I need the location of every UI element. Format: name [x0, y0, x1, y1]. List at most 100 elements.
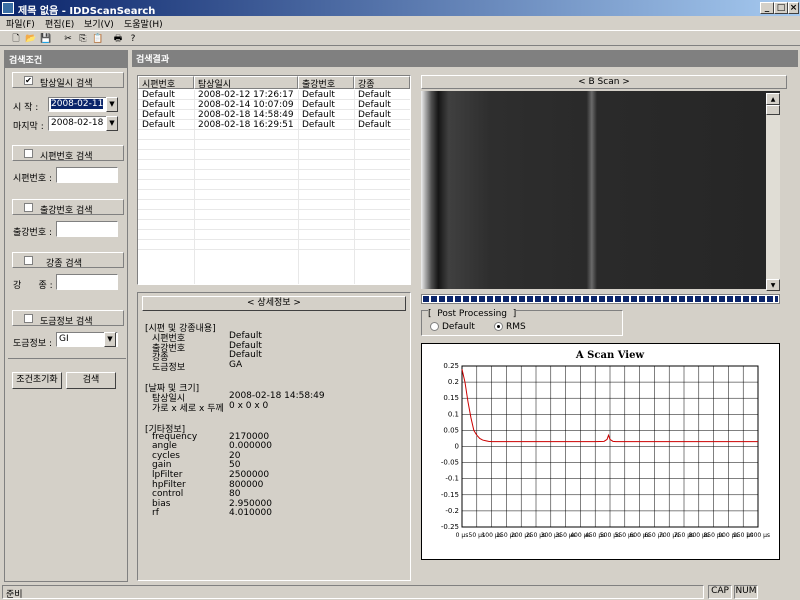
- status-text-area: 준비: [2, 585, 704, 600]
- plating-search-label: 도금정보 검색: [40, 317, 93, 327]
- y-tick-label: -0.15: [441, 491, 459, 499]
- table-cell[interactable]: 2008-02-12 17:26:17: [198, 90, 294, 100]
- table-gridline: [354, 90, 355, 284]
- menu-file[interactable]: 파일(F): [6, 17, 35, 30]
- y-tick-label: 0.1: [448, 410, 459, 418]
- table-gridline: [298, 90, 299, 284]
- new-file-icon[interactable]: 🗋: [10, 33, 22, 45]
- detail-key: frequency: [152, 431, 198, 442]
- scroll-down-icon[interactable]: ▼: [766, 279, 780, 291]
- detail-key: 도금정보: [152, 362, 186, 373]
- table-cell[interactable]: 2008-02-14 10:07:09: [198, 100, 294, 110]
- y-tick-label: -0.1: [445, 475, 459, 483]
- scroll-thumb[interactable]: [766, 105, 780, 115]
- specimen-search-checkbox[interactable]: [24, 149, 33, 158]
- bscan-title: < B Scan >: [421, 75, 787, 89]
- detail-value: 20: [229, 450, 241, 461]
- table-cell[interactable]: Default: [142, 90, 175, 100]
- num-indicator: NUM: [734, 585, 758, 599]
- minimize-button[interactable]: _: [760, 2, 774, 14]
- ascan-chart: A Scan View 0 µs 50 µs 100 µs 150 µs 200 µs 25…: [421, 343, 780, 560]
- results-header: 검색결과: [132, 50, 798, 67]
- col-heat[interactable]: 출강번호: [298, 76, 354, 90]
- paste-icon[interactable]: 📋: [92, 33, 104, 45]
- cut-icon[interactable]: ✂: [62, 33, 74, 45]
- grade-search-checkbox[interactable]: [24, 256, 33, 265]
- table-cell[interactable]: Default: [358, 100, 391, 110]
- table-cell[interactable]: Default: [142, 110, 175, 120]
- save-icon[interactable]: 💾: [40, 33, 52, 45]
- radio-rms[interactable]: [494, 322, 503, 331]
- detail-value: Default: [229, 331, 262, 341]
- date-search-checkbox[interactable]: ✔: [24, 76, 33, 85]
- date-search-label: 탐상일시 검색: [40, 79, 93, 89]
- copy-icon[interactable]: ⎘: [77, 33, 89, 45]
- results-table[interactable]: 시편번호 탐상일시 출강번호 강종 Default 2008-02-12 17:2…: [137, 75, 411, 285]
- table-cell[interactable]: Default: [302, 100, 335, 110]
- col-specimen[interactable]: 시편번호: [138, 76, 194, 90]
- post-processing-title: [ Post Processing ]: [428, 309, 517, 319]
- end-date-dropdown-icon[interactable]: ▼: [106, 116, 118, 131]
- detail-value: 2500000: [229, 470, 270, 480]
- cap-indicator: CAP: [708, 585, 732, 599]
- table-cell[interactable]: Default: [302, 120, 335, 130]
- col-date[interactable]: 탐상일시: [194, 76, 298, 90]
- detail-value: 0 x 0 x 0: [229, 401, 269, 411]
- radio-default-label[interactable]: Default: [442, 322, 475, 332]
- table-cell[interactable]: Default: [302, 110, 335, 120]
- table-gridline: [194, 90, 195, 284]
- table-cell[interactable]: Default: [358, 90, 391, 100]
- table-cell[interactable]: Default: [302, 90, 335, 100]
- table-cell[interactable]: Default: [142, 120, 175, 130]
- ascan-svg: A Scan View0 µs 50 µs100 µs150 µs200 µs25…: [441, 350, 770, 539]
- table-gridline: [138, 169, 410, 170]
- radio-rms-label[interactable]: RMS: [506, 322, 526, 332]
- help-icon[interactable]: ?: [127, 33, 139, 45]
- col-grade[interactable]: 강종: [354, 76, 410, 90]
- grade-field-label: 강 종 :: [13, 281, 53, 291]
- start-date-dropdown-icon[interactable]: ▼: [106, 97, 118, 112]
- menu-help[interactable]: 도움말(H): [124, 17, 163, 30]
- grade-search-label: 강종 검색: [46, 259, 82, 269]
- chart-title: A Scan View: [575, 350, 645, 361]
- maximize-button[interactable]: □: [774, 2, 788, 14]
- table-cell[interactable]: Default: [142, 100, 175, 110]
- reset-conditions-button[interactable]: 조건초기화: [12, 372, 62, 389]
- scroll-up-icon[interactable]: ▲: [766, 93, 780, 105]
- detail-value: Default: [229, 340, 262, 351]
- close-button[interactable]: ×: [788, 2, 799, 14]
- heat-input[interactable]: [56, 221, 118, 237]
- table-cell[interactable]: Default: [358, 110, 391, 120]
- plating-search-checkbox[interactable]: [24, 314, 33, 323]
- specimen-input[interactable]: [56, 167, 118, 183]
- open-folder-icon[interactable]: 📂: [25, 33, 37, 45]
- y-tick-label: -0.2: [445, 507, 459, 515]
- detail-value: 2008-02-18 14:58:49: [229, 391, 325, 402]
- menu-view[interactable]: 보기(V): [84, 17, 114, 30]
- heat-search-checkbox[interactable]: [24, 203, 33, 212]
- start-date-value: 2008-02-11: [51, 99, 104, 109]
- print-icon[interactable]: 🖶: [112, 33, 124, 45]
- search-button[interactable]: 검색: [66, 372, 116, 389]
- x-tick-label: 0 µs: [456, 532, 469, 539]
- toolbar: 🗋 📂 💾 ✂ ⎘ 📋 🖶 ?: [0, 30, 800, 46]
- bscan-scrollbar[interactable]: ▲ ▼: [766, 93, 780, 291]
- heat-search-label: 출강번호 검색: [40, 206, 93, 216]
- table-cell[interactable]: Default: [358, 120, 391, 130]
- status-text: 준비: [6, 590, 23, 600]
- table-gridline: [138, 179, 410, 180]
- y-tick-label: 0.15: [443, 394, 459, 402]
- plating-dropdown-icon[interactable]: ▼: [104, 332, 116, 347]
- y-tick-label: 0.25: [443, 362, 459, 370]
- table-cell[interactable]: 2008-02-18 16:29:51: [198, 120, 294, 130]
- grade-input[interactable]: [56, 274, 118, 290]
- table-cell[interactable]: 2008-02-18 14:58:49: [198, 110, 294, 120]
- menu-edit[interactable]: 편집(E): [45, 17, 74, 30]
- detail-value: GA: [229, 359, 243, 370]
- radio-default[interactable]: [430, 322, 439, 331]
- detail-key: bias: [152, 498, 171, 509]
- bscan-canvas: [421, 91, 766, 289]
- table-gridline: [138, 199, 410, 200]
- detail-key: hpFilter: [152, 479, 186, 490]
- x-tick-label: 1000 µs: [746, 532, 770, 539]
